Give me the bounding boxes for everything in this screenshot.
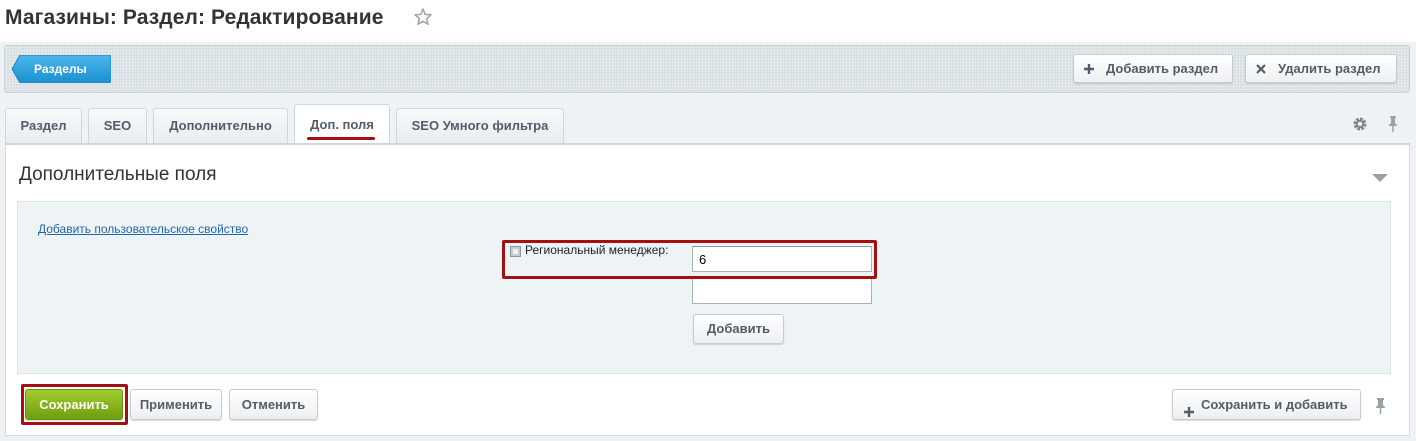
tab-seo[interactable]: SEO [88, 108, 147, 143]
save-highlight-frame [21, 384, 128, 425]
delete-section-button[interactable]: Удалить раздел [1245, 54, 1397, 83]
section-title: Дополнительные поля [19, 164, 217, 185]
chevron-down-icon[interactable] [1371, 170, 1389, 182]
field-highlight-frame [502, 240, 877, 279]
save-and-add-label: Сохранить и добавить [1201, 397, 1348, 412]
tab-section[interactable]: Раздел [5, 108, 82, 143]
pin-icon[interactable] [1386, 115, 1400, 133]
save-and-add-button[interactable]: Сохранить и добавить [1172, 389, 1361, 420]
tab-smart-filter-seo[interactable]: SEO Умного фильтра [396, 108, 564, 143]
tab-additional[interactable]: Дополнительно [153, 108, 288, 143]
pin-icon[interactable] [1374, 397, 1387, 415]
title-bar: Магазины: Раздел: Редактирование [0, 0, 1416, 42]
add-section-label: Добавить раздел [1106, 61, 1219, 76]
apply-button[interactable]: Применить [130, 389, 222, 420]
sections-back-button[interactable]: Разделы [12, 55, 111, 83]
cancel-button[interactable]: Отменить [229, 389, 318, 420]
plus-icon [1183, 399, 1195, 417]
close-icon [1255, 63, 1267, 75]
plus-icon [1083, 63, 1095, 75]
gear-icon[interactable] [1352, 116, 1368, 132]
page-title: Магазины: Раздел: Редактирование [5, 6, 384, 29]
regional-manager-input-extra[interactable] [692, 278, 872, 304]
active-tab-highlight [307, 137, 375, 140]
add-section-button[interactable]: Добавить раздел [1073, 54, 1233, 83]
add-user-property-link[interactable]: Добавить пользовательское свойство [38, 222, 248, 236]
edit-page: Магазины: Раздел: Редактирование Разделы… [0, 0, 1416, 441]
delete-section-label: Удалить раздел [1278, 61, 1381, 76]
star-icon[interactable] [413, 7, 433, 27]
add-value-button[interactable]: Добавить [693, 314, 784, 344]
sections-back-label: Разделы [34, 62, 87, 76]
